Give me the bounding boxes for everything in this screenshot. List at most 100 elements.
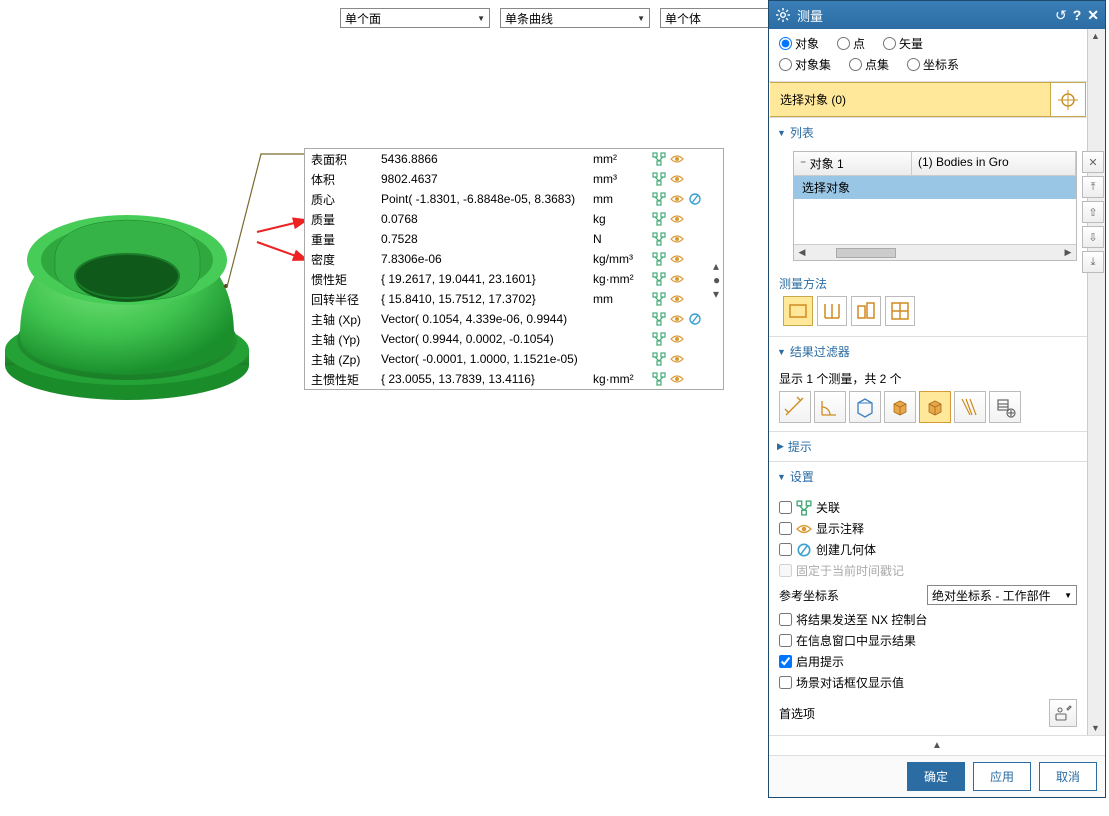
filter-mass-button[interactable] [919,391,951,423]
eye-icon[interactable] [669,291,685,307]
method-btn-4[interactable] [885,296,915,326]
list-move-up-button[interactable]: ⇧ [1082,201,1104,223]
geo-icon [796,542,812,558]
table-row: 质心Point( -1.8301, -6.8848e-05, 8.3683)mm [305,189,723,209]
table-row: 表面积5436.8866mm² [305,149,723,169]
prompt-checkbox[interactable] [779,655,792,668]
filter-face-button[interactable] [849,391,881,423]
prop-unit: kg/mm³ [587,252,645,266]
assoc-checkbox[interactable] [779,501,792,514]
eye-icon[interactable] [669,211,685,227]
table-scroll-indicator[interactable]: ▴●▾ [713,259,721,283]
eye-icon[interactable] [669,331,685,347]
list-col-object[interactable]: ⁻ 对象 1 [794,152,912,175]
scene-checkbox[interactable] [779,676,792,689]
filter-curve-button[interactable] [954,391,986,423]
tree-icon[interactable] [651,251,667,267]
panel-scrollbar[interactable] [1087,29,1105,735]
eye-icon[interactable] [669,271,685,287]
radio-object-set[interactable]: 对象集 [779,56,831,73]
list-move-down-button[interactable]: ⇩ [1082,226,1104,248]
close-icon[interactable]: ✕ [1087,7,1099,24]
radio-object[interactable]: 对象 [779,35,819,52]
prop-unit: kg [587,212,645,226]
prop-label: 主轴 (Xp) [305,311,375,328]
tree-icon[interactable] [651,331,667,347]
undo-icon[interactable]: ↺ [1055,7,1067,24]
settings-section-header[interactable]: ▼设置 [769,462,1087,491]
table-row: 惯性矩{ 19.2617, 19.0441, 23.1601}kg·mm² [305,269,723,289]
preferences-button[interactable] [1049,699,1077,727]
list-row-select[interactable]: 选择对象 [794,176,1076,199]
eye-icon[interactable] [669,251,685,267]
help-icon[interactable]: ? [1073,7,1082,23]
select-objects-field[interactable]: 选择对象 (0) [770,82,1050,117]
eye-icon[interactable] [669,311,685,327]
filter-angle-button[interactable] [814,391,846,423]
tree-icon[interactable] [651,311,667,327]
list-move-top-button[interactable]: ⤒ [1082,176,1104,198]
tips-section-header[interactable]: ▶提示 [769,432,1087,461]
table-row: 主轴 (Xp)Vector( 0.1054, 4.339e-06, 0.9944… [305,309,723,329]
3d-viewport[interactable] [0,200,255,410]
list-remove-button[interactable]: ✕ [1082,151,1104,173]
tree-icon[interactable] [651,231,667,247]
eye-icon[interactable] [669,171,685,187]
filter-distance-button[interactable] [779,391,811,423]
eye-icon[interactable] [669,351,685,367]
prop-unit: kg·mm² [587,372,645,386]
filter-section-header[interactable]: ▼结果过滤器 [769,337,1087,366]
radio-vector[interactable]: 矢量 [883,35,923,52]
face-filter-dropdown[interactable]: 单个面▼ [340,8,490,28]
tree-icon[interactable] [651,171,667,187]
tree-icon[interactable] [651,151,667,167]
chevron-down-icon: ▼ [477,14,485,23]
tree-icon[interactable] [651,371,667,387]
prop-value: { 19.2617, 19.0441, 23.1601} [375,272,587,286]
body-filter-value: 单个体 [665,10,701,27]
eye-icon[interactable] [669,231,685,247]
filter-more-button[interactable] [989,391,1021,423]
csys-dropdown[interactable]: 绝对坐标系 - 工作部件▼ [927,585,1077,605]
collapse-bar[interactable]: ▲ [769,735,1105,755]
tree-icon[interactable] [651,291,667,307]
chevron-down-icon: ▼ [777,128,786,138]
nx-console-checkbox[interactable] [779,613,792,626]
cancel-button[interactable]: 取消 [1039,762,1097,791]
gear-icon [775,7,791,23]
tree-icon[interactable] [651,211,667,227]
filter-body-button[interactable] [884,391,916,423]
info-window-checkbox[interactable] [779,634,792,647]
table-row: 主惯性矩{ 23.0055, 13.7839, 13.4116}kg·mm² [305,369,723,389]
list-col-bodies[interactable]: (1) Bodies in Gro [912,152,1076,175]
geo-checkbox[interactable] [779,543,792,556]
geo-icon[interactable] [687,191,703,207]
list-section-header[interactable]: ▼列表 [769,118,1087,147]
tree-icon[interactable] [651,271,667,287]
tree-icon [796,500,812,516]
curve-filter-dropdown[interactable]: 单条曲线▼ [500,8,650,28]
tree-icon[interactable] [651,351,667,367]
radio-csys[interactable]: 坐标系 [907,56,959,73]
geo-icon[interactable] [687,311,703,327]
radio-point-set[interactable]: 点集 [849,56,889,73]
object-list[interactable]: ⁻ 对象 1 (1) Bodies in Gro 选择对象 ◀▶ ✕ ⤒ ⇧ ⇩… [793,151,1077,261]
tree-icon[interactable] [651,191,667,207]
eye-icon[interactable] [669,191,685,207]
list-move-bottom-button[interactable]: ⤓ [1082,251,1104,273]
select-target-button[interactable] [1050,82,1086,117]
eye-icon [796,521,812,537]
apply-button[interactable]: 应用 [973,762,1031,791]
measure-method-label: 测量方法 [779,275,1077,292]
method-btn-1[interactable] [783,296,813,326]
method-btn-2[interactable] [817,296,847,326]
table-row: 质量0.0768kg [305,209,723,229]
radio-point[interactable]: 点 [837,35,865,52]
ok-button[interactable]: 确定 [907,762,965,791]
method-btn-3[interactable] [851,296,881,326]
table-row: 重量0.7528N [305,229,723,249]
eye-icon[interactable] [669,371,685,387]
list-hscroll[interactable]: ◀▶ [794,244,1076,260]
eye-icon[interactable] [669,151,685,167]
annot-checkbox[interactable] [779,522,792,535]
